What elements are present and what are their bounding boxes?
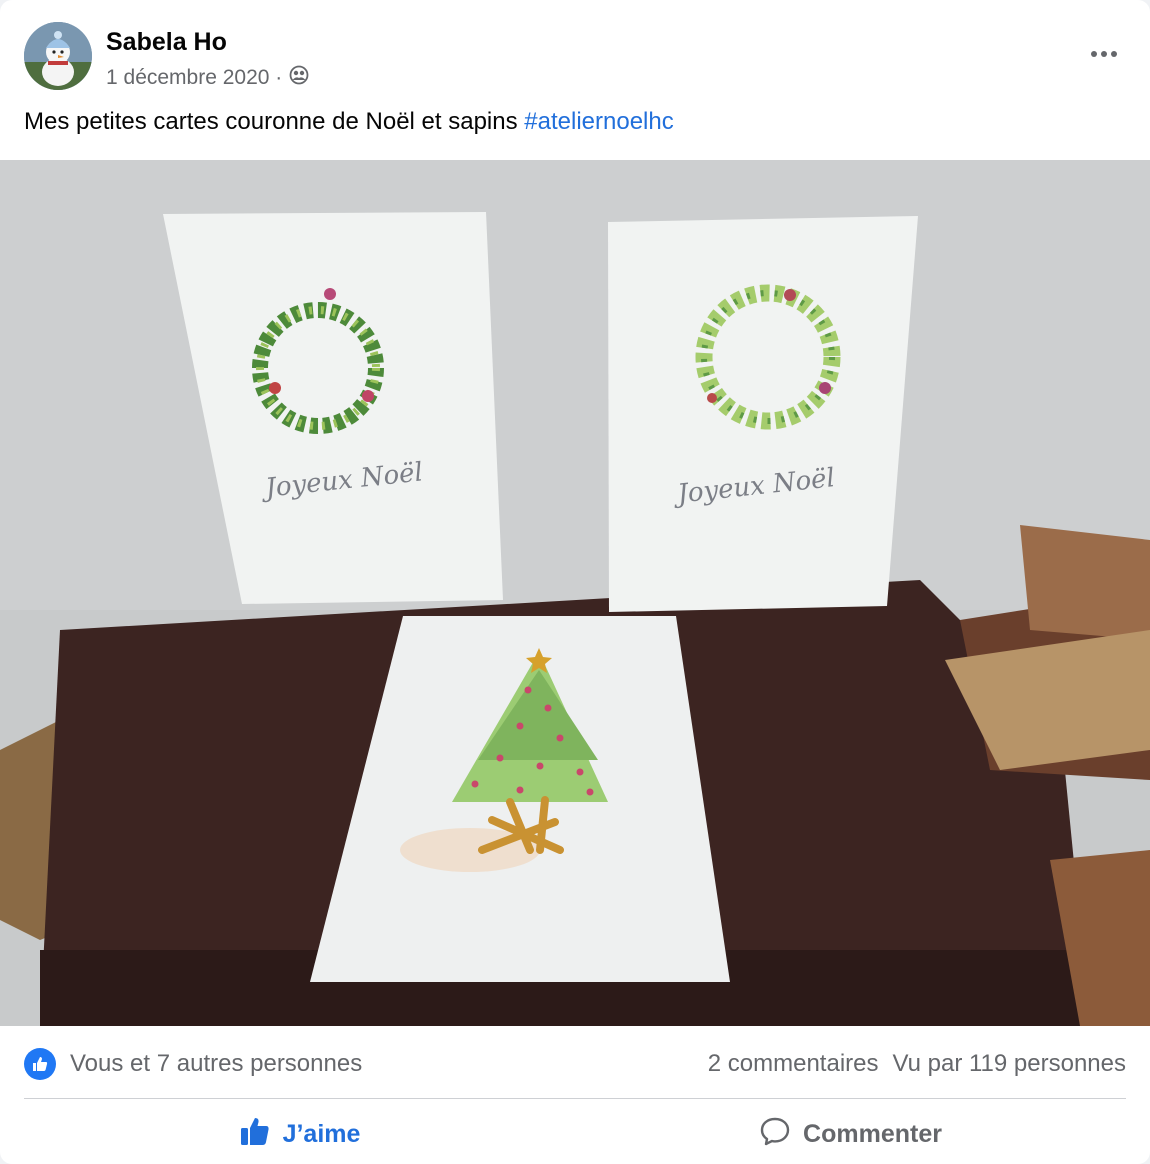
reactions-text: Vous et 7 autres personnes — [70, 1050, 363, 1077]
like-button[interactable]: J’aime — [24, 1106, 575, 1162]
author-name[interactable]: Sabela Ho — [106, 28, 227, 57]
like-reaction-icon — [24, 1048, 56, 1080]
post-header: Sabela Ho 1 décembre 2020 · — [24, 22, 1126, 94]
divider — [24, 1098, 1126, 1099]
comments-count[interactable]: 2 commentaires — [708, 1050, 879, 1078]
feed-post: Sabela Ho 1 décembre 2020 · Mes petites … — [0, 0, 1150, 1164]
post-date[interactable]: 1 décembre 2020 · — [106, 66, 282, 90]
hashtag-link[interactable]: #ateliernoelhc — [524, 108, 673, 135]
post-caption: Mes petites cartes couronne de Noël et s… — [24, 108, 674, 136]
post-actions: J’aime Commenter — [24, 1106, 1126, 1162]
card-right: Joyeux Noël — [608, 216, 918, 612]
like-label: J’aime — [282, 1119, 361, 1148]
thumbs-up-icon — [239, 1115, 271, 1154]
views-count: Vu par 119 personnes — [892, 1050, 1127, 1077]
comment-label: Commenter — [803, 1119, 942, 1148]
comment-button[interactable]: Commenter — [575, 1106, 1126, 1162]
author-avatar[interactable] — [24, 22, 92, 90]
caption-text: Mes petites cartes couronne de Noël et s… — [24, 108, 525, 135]
engagement-counts: 2 commentaires Vu par 119 personnes — [708, 1050, 1126, 1078]
reactions-summary[interactable]: Vous et 7 autres personnes — [24, 1048, 362, 1080]
post-meta: 1 décembre 2020 · — [106, 64, 310, 92]
post-stats: Vous et 7 autres personnes 2 commentaire… — [24, 1040, 1126, 1088]
post-photo[interactable]: Joyeux Noël Joyeux Noël — [0, 160, 1150, 1026]
more-options-icon[interactable] — [1082, 36, 1126, 72]
comment-icon — [759, 1115, 791, 1154]
friends-icon[interactable] — [288, 64, 310, 92]
